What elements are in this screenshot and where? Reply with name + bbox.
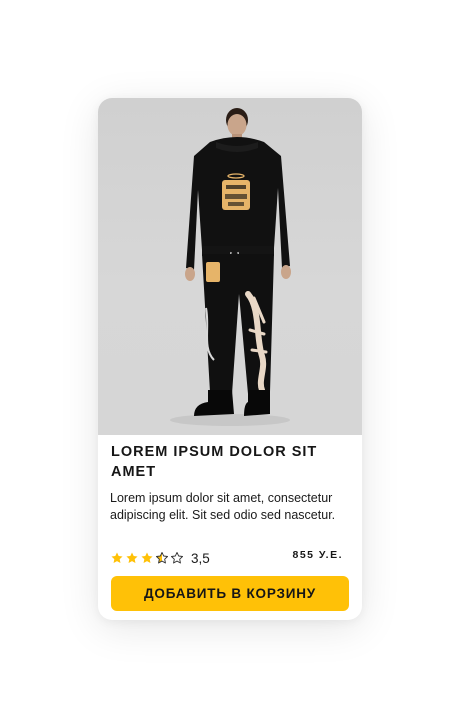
product-description: Lorem ipsum dolor sit amet, consectetur … — [110, 491, 336, 522]
product-card: LOREM IPSUM DOLOR SIT AMET Lorem ipsum d… — [98, 98, 362, 620]
star-full-icon — [111, 552, 123, 564]
add-to-cart-button[interactable]: ДОБАВИТЬ В КОРЗИНУ — [111, 576, 349, 611]
star-empty-icon — [170, 551, 184, 564]
product-image[interactable] — [98, 98, 362, 435]
product-title[interactable]: LOREM IPSUM DOLOR SIT AMET — [111, 442, 341, 482]
star-full-icon — [141, 552, 153, 564]
product-price: 855 У.Е. — [292, 549, 343, 561]
star-half-icon — [155, 551, 169, 564]
product-rating: 3,5 — [110, 549, 210, 567]
rating-stars — [110, 551, 185, 565]
rating-value: 3,5 — [191, 550, 210, 566]
star-full-icon — [126, 552, 138, 564]
